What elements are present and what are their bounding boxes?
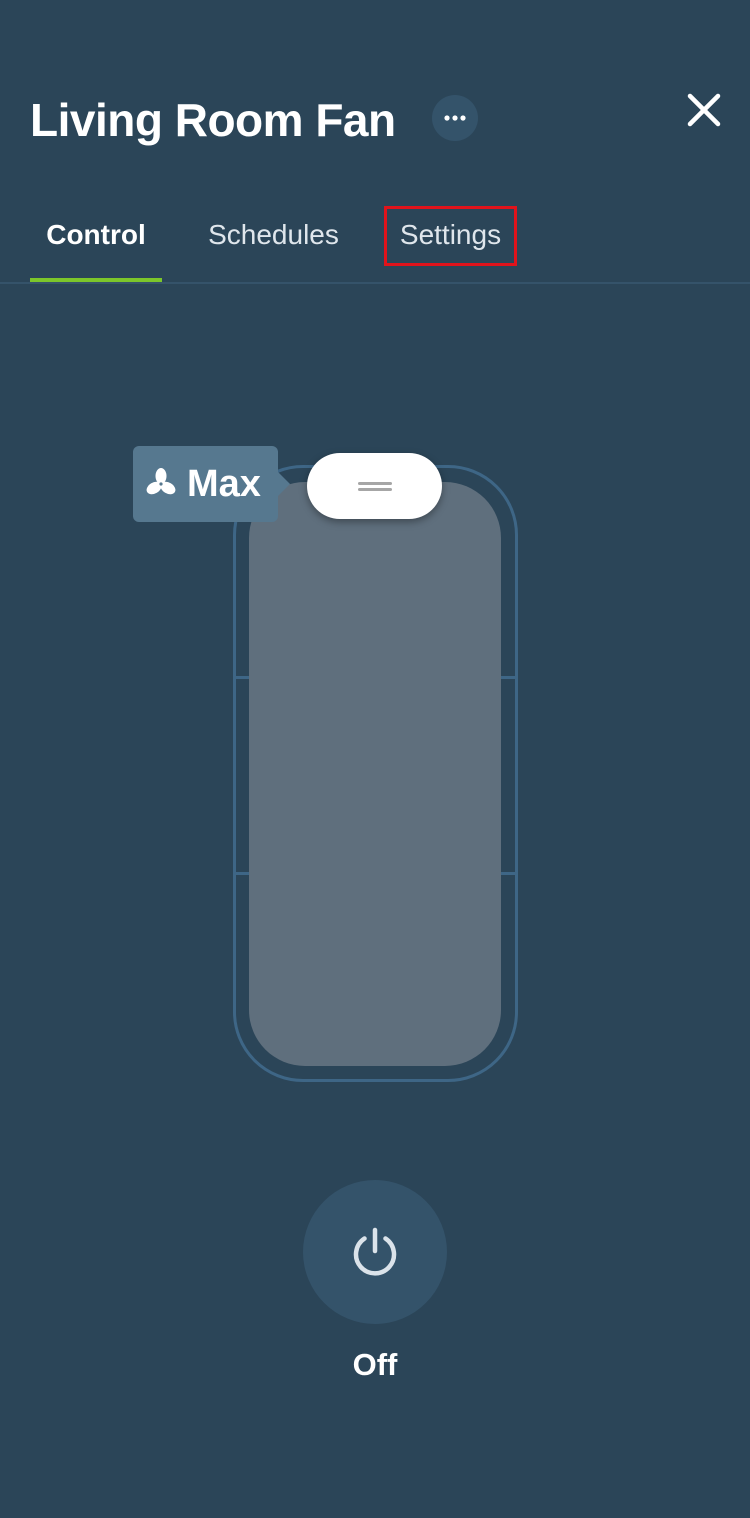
close-icon: [687, 93, 721, 127]
page-title: Living Room Fan: [30, 94, 396, 146]
close-button[interactable]: [680, 86, 728, 134]
fan-level-label: Max: [187, 463, 261, 505]
power-status-label: Off: [352, 1347, 398, 1382]
fan-icon: [146, 468, 176, 495]
more-horizontal-icon: [444, 115, 466, 121]
tab-control[interactable]: Control: [30, 200, 162, 270]
fan-speed-slider-fill: [249, 482, 501, 1066]
power-icon: [353, 1227, 397, 1276]
tab-schedules[interactable]: Schedules: [196, 200, 351, 270]
fan-level-tooltip: Max: [133, 446, 290, 522]
more-options-button[interactable]: [432, 95, 478, 141]
fan-speed-slider-handle[interactable]: [307, 453, 442, 519]
tab-bar: Control Schedules Settings: [0, 200, 750, 284]
power-button[interactable]: [303, 1180, 447, 1324]
tab-settings[interactable]: Settings: [384, 206, 517, 266]
header: Living Room Fan: [0, 0, 750, 180]
grip-icon: [357, 480, 392, 492]
active-tab-indicator: [30, 278, 162, 282]
